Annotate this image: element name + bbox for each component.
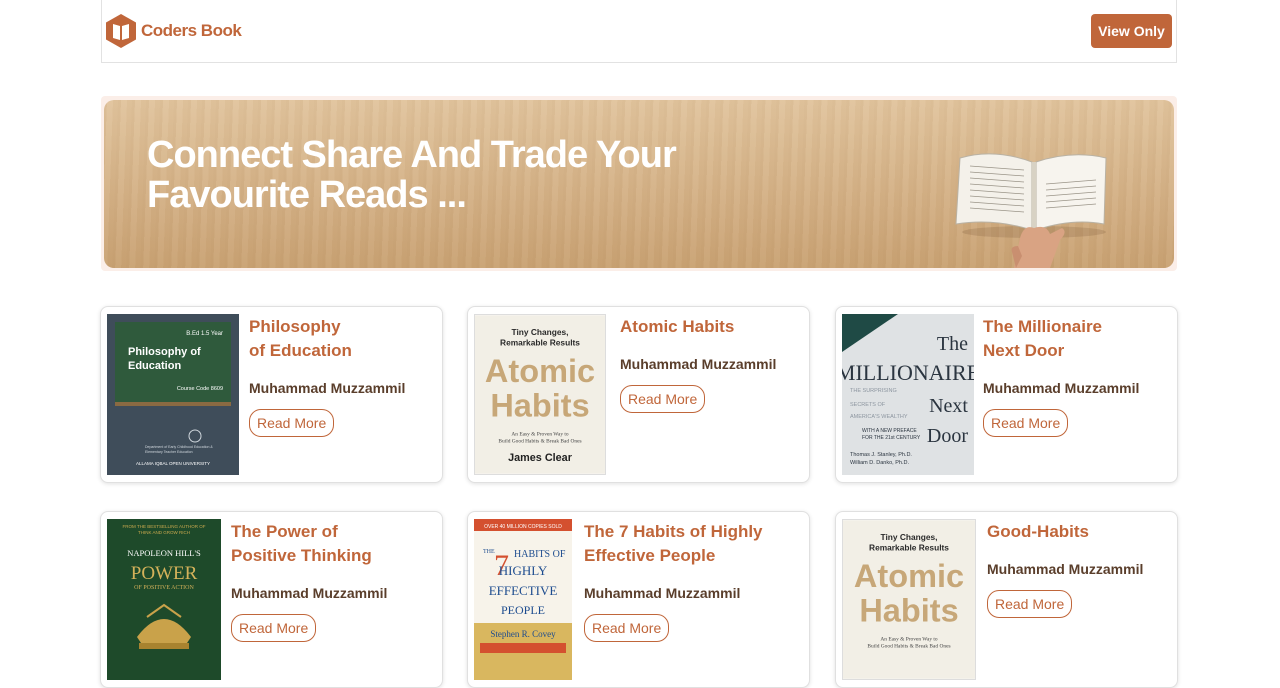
cover-author: Stephen R. Covey xyxy=(490,629,556,639)
book-info: The Power of Positive Thinking Muhammad … xyxy=(231,520,387,642)
cover-sub1: An Easy & Proven Way to xyxy=(880,636,938,642)
book-card[interactable]: Tiny Changes, Remarkable Results Atomic … xyxy=(835,511,1178,688)
cover-door: Door xyxy=(927,425,968,447)
book-card[interactable]: B.Ed 1.5 Year Philosophy of Education Co… xyxy=(100,306,443,483)
book-info: Philosophy of Education Muhammad Muzzamm… xyxy=(249,315,405,437)
cover-line1: THE SURPRISING xyxy=(850,388,897,394)
book-author: Muhammad Muzzammil xyxy=(249,380,406,396)
book-title: Philosophy of Education xyxy=(249,317,352,360)
hero-title-line2: Favourite Reads ... xyxy=(147,174,467,216)
cover-top2: THINK AND GROW RICH xyxy=(138,530,190,535)
book-title: The Millionaire Next Door xyxy=(983,317,1103,360)
read-more-button[interactable]: Read More xyxy=(231,614,317,642)
cover-sub1: An Easy & Proven Way to xyxy=(511,431,569,437)
read-more-button[interactable]: Read More xyxy=(584,614,670,642)
book-title: Good-Habits xyxy=(987,522,1089,541)
cover-footer: ALLAMA IQBAL OPEN UNIVERSITY xyxy=(136,461,210,466)
hero-banner: Connect Share And Trade Your Favourite R… xyxy=(101,96,1177,271)
read-more-button[interactable]: Read More xyxy=(983,409,1069,437)
cover-tagline2: Remarkable Results xyxy=(869,543,949,553)
book-cover: OVER 40 MILLION COPIES SOLD THE 7 HABITS… xyxy=(474,519,572,680)
cover-next: Next xyxy=(929,395,968,417)
cover-tagline1: Tiny Changes, xyxy=(512,327,569,337)
cover-tagline1: Tiny Changes, xyxy=(881,532,938,542)
book-cover-art: FROM THE BESTSELLING AUTHOR OF THINK AND… xyxy=(107,519,221,680)
cover-name: NAPOLEON HILL'S xyxy=(127,548,201,558)
cover-title-line1: Philosophy of xyxy=(128,346,201,358)
cover-title-line2: Education xyxy=(128,360,181,372)
book-cover: Tiny Changes, Remarkable Results Atomic … xyxy=(474,314,606,475)
open-book-icon xyxy=(106,14,136,48)
view-only-button[interactable]: View Only xyxy=(1091,14,1172,48)
hero-title: Connect Share And Trade Your Favourite R… xyxy=(147,135,787,215)
cover-sub2: Build Good Habits & Break Bad Ones xyxy=(867,643,950,649)
navbar: Coders Book View Only xyxy=(101,0,1177,63)
cover-preface1: WITH A NEW PREFACE xyxy=(862,428,917,434)
cover-l3: EFFECTIVE xyxy=(489,583,558,598)
book-info: Good-Habits Muhammad Muzzammil Read More xyxy=(987,520,1143,618)
cover-word1: Atomic xyxy=(485,353,595,389)
read-more-button[interactable]: Read More xyxy=(987,590,1073,618)
book-author: Muhammad Muzzammil xyxy=(584,585,741,601)
book-card[interactable]: Tiny Changes, Remarkable Results Atomic … xyxy=(467,306,810,483)
book-cover-art: OVER 40 MILLION COPIES SOLD THE 7 HABITS… xyxy=(474,519,572,680)
cover-banner: OVER 40 MILLION COPIES SOLD xyxy=(484,524,562,530)
book-cover-art: Tiny Changes, Remarkable Results Atomic … xyxy=(475,315,605,474)
hand-holding-book-image xyxy=(955,153,1107,268)
book-author: Muhammad Muzzammil xyxy=(983,380,1140,396)
cover-author: James Clear xyxy=(508,452,573,464)
cover-code: Course Code 8609 xyxy=(177,386,223,392)
book-info: Atomic Habits Muhammad Muzzammil Read Mo… xyxy=(620,315,776,413)
cover-dept2: Elementary Teacher Education xyxy=(145,450,193,454)
book-info: The Millionaire Next Door Muhammad Muzza… xyxy=(983,315,1139,437)
cover-year: B.Ed 1.5 Year xyxy=(186,331,223,337)
cover-tagline2: Remarkable Results xyxy=(500,338,580,348)
book-card[interactable]: OVER 40 MILLION COPIES SOLD THE 7 HABITS… xyxy=(467,511,810,688)
cover-line2: SECRETS OF xyxy=(850,402,886,408)
cover-word1: Atomic xyxy=(854,558,964,594)
brand-logo[interactable]: Coders Book xyxy=(105,13,242,49)
book-cover-art: The MILLIONAIRE THE SURPRISING Next SECR… xyxy=(842,314,974,475)
book-cover: Tiny Changes, Remarkable Results Atomic … xyxy=(842,519,976,680)
hero-background: Connect Share And Trade Your Favourite R… xyxy=(104,100,1174,268)
cover-sub2: Build Good Habits & Break Bad Ones xyxy=(498,438,581,444)
book-card[interactable]: FROM THE BESTSELLING AUTHOR OF THINK AND… xyxy=(100,511,443,688)
cover-line3: AMERICA'S WEALTHY xyxy=(850,414,908,420)
cover-l1: HABITS OF xyxy=(514,549,566,560)
cover-the: The xyxy=(937,333,968,355)
book-title: The Power of Positive Thinking xyxy=(231,522,372,565)
book-cover-art: Tiny Changes, Remarkable Results Atomic … xyxy=(843,520,975,679)
cover-auth1: Thomas J. Stanley, Ph.D. xyxy=(850,452,912,458)
book-author: Muhammad Muzzammil xyxy=(231,585,388,601)
book-card[interactable]: The MILLIONAIRE THE SURPRISING Next SECR… xyxy=(835,306,1178,483)
book-cover: FROM THE BESTSELLING AUTHOR OF THINK AND… xyxy=(107,519,221,680)
cover-l4: PEOPLE xyxy=(501,603,545,617)
cover-word2: Habits xyxy=(490,388,589,424)
cover-preface2: FOR THE 21st CENTURY xyxy=(862,435,921,441)
cover-l2: HIGHLY xyxy=(499,563,548,578)
book-title: The 7 Habits of Highly Effective People xyxy=(584,522,763,565)
cover-sub: OF POSITIVE ACTION xyxy=(134,585,194,591)
cover-word1: MILLIONAIRE xyxy=(842,360,974,385)
cover-top1: FROM THE BESTSELLING AUTHOR OF xyxy=(123,524,206,529)
cover-auth2: William D. Danko, Ph.D. xyxy=(850,460,909,466)
read-more-button[interactable]: Read More xyxy=(620,385,706,413)
cover-word2: Habits xyxy=(859,593,958,629)
read-more-button[interactable]: Read More xyxy=(249,409,335,437)
book-title: Atomic Habits xyxy=(620,317,735,336)
book-cover: B.Ed 1.5 Year Philosophy of Education Co… xyxy=(107,314,239,475)
book-author: Muhammad Muzzammil xyxy=(987,561,1144,577)
cover-dept1: Department of Early Childhood Education … xyxy=(145,445,213,449)
hero-title-line1: Connect Share And Trade Your xyxy=(147,134,677,176)
book-info: The 7 Habits of Highly Effective People … xyxy=(584,520,774,642)
cover-word: POWER xyxy=(131,563,198,584)
brand-name: Coders Book xyxy=(141,21,242,40)
book-cover-art: B.Ed 1.5 Year Philosophy of Education Co… xyxy=(107,314,239,475)
book-cover: The MILLIONAIRE THE SURPRISING Next SECR… xyxy=(842,314,974,475)
book-author: Muhammad Muzzammil xyxy=(620,356,777,372)
